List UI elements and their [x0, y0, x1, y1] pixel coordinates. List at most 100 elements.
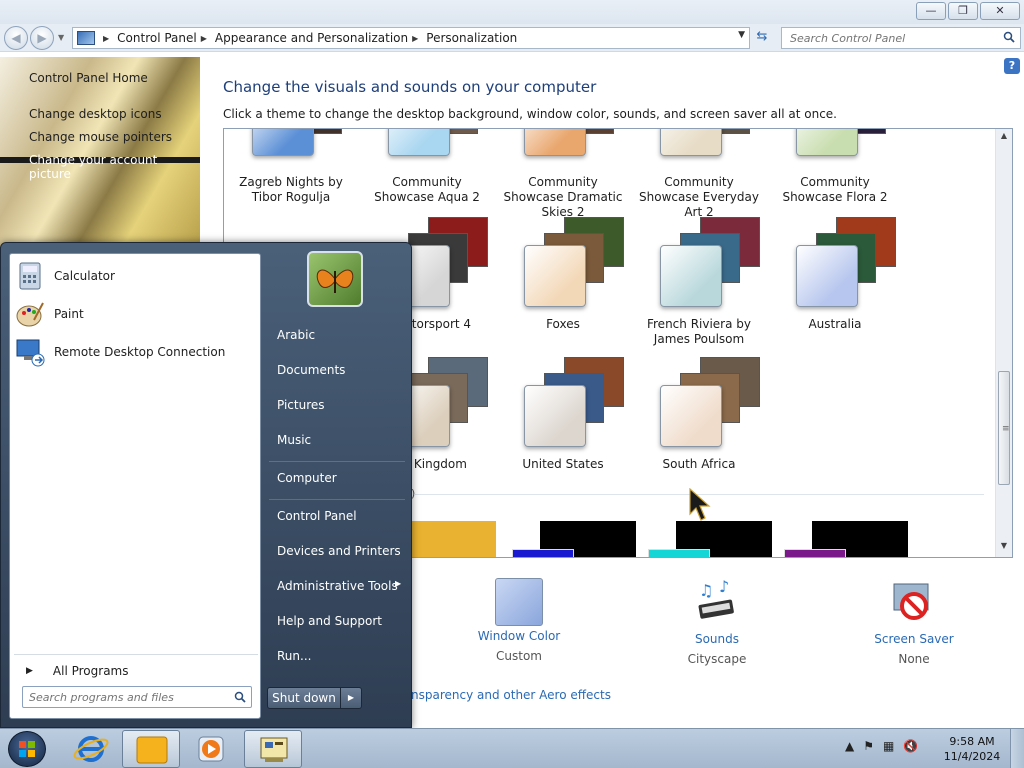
- theme-preview: [796, 215, 896, 307]
- start-menu-computer[interactable]: Computer: [277, 471, 337, 485]
- theme-french-riviera[interactable]: French Riviera by James Poulsom: [634, 215, 764, 346]
- start-menu-admin-tools[interactable]: Administrative Tools ▶: [277, 579, 401, 593]
- screen-saver-label[interactable]: Screen Saver: [854, 632, 974, 646]
- change-account-picture-link[interactable]: Change your account picture: [29, 153, 200, 181]
- taskbar-internet-explorer[interactable]: [62, 730, 120, 768]
- start-menu-help-support[interactable]: Help and Support: [277, 614, 382, 628]
- theme-basic-4-color: [784, 549, 846, 557]
- theme-scrollbar[interactable]: ▲ ≡ ▼: [995, 129, 1012, 557]
- theme-preview: [524, 129, 616, 156]
- sounds-value: Cityscape: [687, 652, 747, 666]
- taskbar-media-player[interactable]: [182, 730, 240, 768]
- show-hidden-icons-icon[interactable]: ▲: [845, 739, 854, 753]
- maximize-icon: ❐: [958, 4, 968, 17]
- admin-tools-label: Administrative Tools: [277, 579, 398, 593]
- taskbar-explorer[interactable]: [122, 730, 180, 768]
- help-button[interactable]: ?: [1004, 58, 1020, 74]
- theme-zagreb-nights[interactable]: Zagreb Nights by Tibor Rogulja: [226, 129, 356, 204]
- start-button[interactable]: [8, 731, 46, 767]
- close-button[interactable]: ✕: [980, 2, 1020, 20]
- taskbar: ▲ ⚑ ▦ 🔇 9:58 AM 11/4/2024: [0, 728, 1024, 768]
- control-panel-home-link[interactable]: Control Panel Home: [29, 71, 148, 85]
- change-desktop-icons-link[interactable]: Change desktop icons: [29, 107, 162, 121]
- theme-dramatic-skies-2[interactable]: Community Showcase Dramatic Skies 2: [498, 129, 628, 219]
- breadcrumb-separator-icon[interactable]: ▶: [201, 34, 207, 43]
- forward-button[interactable]: ▶: [30, 26, 54, 50]
- shutdown-button[interactable]: Shut down: [267, 687, 341, 709]
- theme-color-swatch: [660, 129, 722, 156]
- search-box[interactable]: [781, 27, 1021, 49]
- theme-label: Community Showcase Dramatic Skies 2: [503, 175, 623, 219]
- theme-color-swatch: [660, 385, 722, 447]
- scroll-down-icon[interactable]: ▼: [996, 541, 1012, 555]
- theme-color-swatch: [660, 245, 722, 307]
- program-calculator[interactable]: Calculator: [14, 258, 256, 294]
- all-programs-button[interactable]: ▶ All Programs: [20, 660, 256, 682]
- start-menu-music[interactable]: Music: [277, 433, 311, 447]
- sounds-label[interactable]: Sounds: [657, 632, 777, 646]
- start-search-box[interactable]: [22, 686, 252, 708]
- start-search-input[interactable]: [23, 687, 223, 707]
- scroll-thumb[interactable]: ≡: [998, 371, 1010, 485]
- search-icon[interactable]: [234, 691, 246, 703]
- start-menu-devices-printers[interactable]: Devices and Printers: [277, 544, 401, 558]
- program-remote-desktop[interactable]: Remote Desktop Connection: [14, 334, 256, 370]
- refresh-button[interactable]: ⇆: [752, 29, 772, 49]
- change-mouse-pointers-link[interactable]: Change mouse pointers: [29, 130, 172, 144]
- theme-everyday-art-2[interactable]: Community Showcase Everyday Art 2: [634, 129, 764, 219]
- theme-preview: [660, 355, 760, 447]
- theme-united-states[interactable]: United States: [498, 355, 628, 485]
- theme-flora-2[interactable]: Community Showcase Flora 2: [770, 129, 900, 204]
- start-menu-control-panel[interactable]: Control Panel: [277, 509, 357, 523]
- system-tray: ▲ ⚑ ▦ 🔇: [845, 739, 918, 753]
- theme-foxes[interactable]: Foxes: [498, 215, 628, 345]
- theme-label: French Riviera by James Poulsom: [646, 317, 751, 346]
- search-icon[interactable]: [1003, 31, 1015, 43]
- theme-australia[interactable]: Australia: [770, 215, 900, 345]
- breadcrumb-separator-icon[interactable]: ▶: [103, 34, 109, 43]
- window-color-label[interactable]: Window Color: [459, 629, 579, 643]
- clock-time: 9:58 AM: [949, 735, 995, 748]
- start-menu-pictures[interactable]: Pictures: [277, 398, 325, 412]
- theme-aqua-2[interactable]: Community Showcase Aqua 2: [362, 129, 492, 204]
- taskbar-control-panel[interactable]: [244, 730, 302, 768]
- search-input[interactable]: [782, 28, 992, 48]
- maximize-button[interactable]: ❐: [948, 2, 978, 20]
- screen-saver-setting[interactable]: Screen Saver None: [854, 578, 974, 666]
- theme-preview: [524, 355, 624, 447]
- start-menu-arabic[interactable]: Arabic: [277, 328, 315, 342]
- start-menu-documents[interactable]: Documents: [277, 363, 345, 377]
- breadcrumb-appearance[interactable]: Appearance and Personalization: [215, 31, 408, 45]
- show-desktop-button[interactable]: [1010, 729, 1024, 768]
- program-paint[interactable]: Paint: [14, 296, 256, 332]
- scroll-up-icon[interactable]: ▲: [996, 131, 1012, 145]
- start-menu-divider: [269, 499, 405, 500]
- theme-south-africa[interactable]: South Africa: [634, 355, 764, 485]
- forward-arrow-icon: ▶: [37, 31, 47, 45]
- minimize-button[interactable]: —: [916, 2, 946, 20]
- breadcrumb-separator-icon[interactable]: ▶: [412, 34, 418, 43]
- address-bar[interactable]: ▶ Control Panel ▶ Appearance and Persona…: [72, 27, 750, 49]
- user-avatar[interactable]: [307, 251, 363, 307]
- start-menu-run[interactable]: Run...: [277, 649, 311, 663]
- arrow-right-icon: ▶: [347, 693, 355, 702]
- address-dropdown-icon[interactable]: ▼: [738, 30, 745, 40]
- aero-effects-link[interactable]: nsparency and other Aero effects: [411, 688, 611, 702]
- clock[interactable]: 9:58 AM 11/4/2024: [940, 734, 1004, 764]
- breadcrumb-personalization[interactable]: Personalization: [426, 31, 517, 45]
- action-center-flag-icon[interactable]: ⚑: [863, 739, 874, 753]
- recent-pages-icon[interactable]: ▼: [58, 33, 64, 42]
- theme-color-swatch: [796, 129, 858, 156]
- back-button[interactable]: ◀: [4, 26, 28, 50]
- theme-basic-3-color: [648, 549, 710, 557]
- volume-muted-icon[interactable]: 🔇: [903, 739, 918, 753]
- sounds-setting[interactable]: ♫ ♪ Sounds Cityscape: [657, 577, 777, 666]
- theme-color-swatch: [388, 129, 450, 156]
- breadcrumb-control-panel[interactable]: Control Panel: [117, 31, 197, 45]
- window-color-setting[interactable]: Window Color Custom: [459, 578, 579, 663]
- control-panel-icon: [77, 31, 95, 45]
- shutdown-options-button[interactable]: ▶: [340, 687, 362, 709]
- start-menu-divider: [269, 461, 405, 462]
- network-icon[interactable]: ▦: [883, 739, 894, 753]
- theme-basic-1[interactable]: [410, 521, 496, 557]
